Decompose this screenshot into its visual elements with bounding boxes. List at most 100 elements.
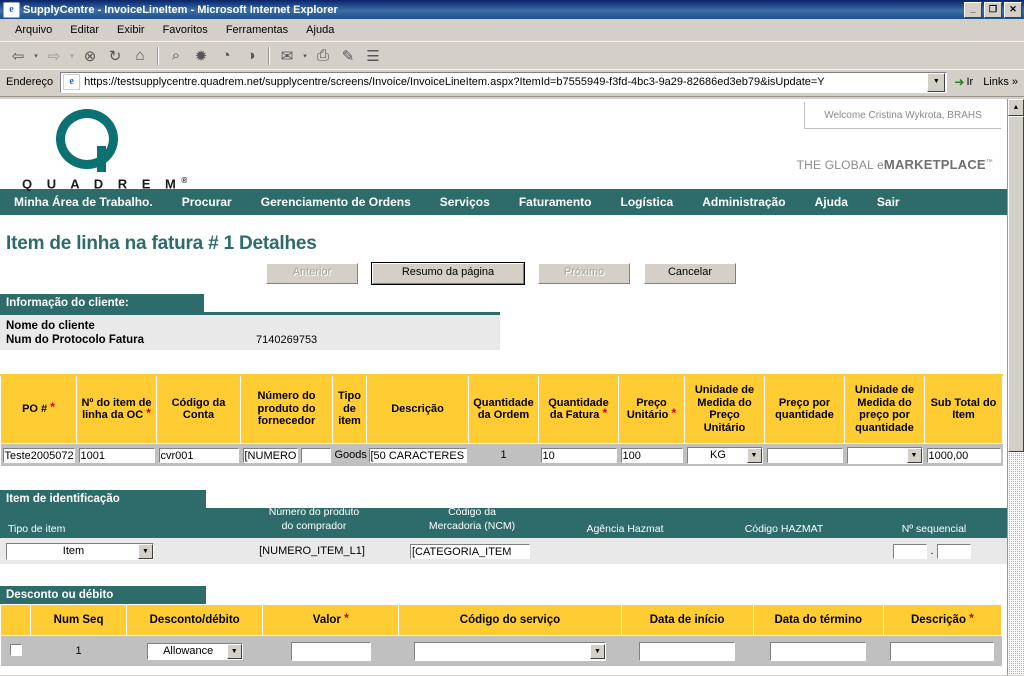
unit-price-input[interactable]: 100 <box>620 447 683 463</box>
description-input[interactable]: [50 CARACTERES D <box>368 447 467 463</box>
restore-button[interactable]: ❐ <box>984 1 1002 18</box>
global-emarketplace-tagline: THE GLOBAL eMARKETPLACE™ <box>797 157 993 172</box>
window-titlebar: e SupplyCentre - InvoiceLineItem - Micro… <box>0 0 1024 19</box>
nav-item-administracao[interactable]: Administração <box>702 195 802 209</box>
nav-item-logistica[interactable]: Logística <box>621 195 691 209</box>
menu-item-ajuda[interactable]: Ajuda <box>297 22 343 38</box>
price-per-quantity-uom-select[interactable]: ▼ <box>846 446 923 464</box>
discount-value-input[interactable] <box>290 641 371 661</box>
unit-price-uom-select[interactable]: KG ▼ <box>686 446 763 464</box>
discount-row-checkbox[interactable] <box>9 643 22 656</box>
print-icon[interactable]: ⎙ <box>311 44 335 67</box>
links-button[interactable]: Links » <box>980 76 1021 88</box>
media-icon[interactable]: ◔ <box>214 44 238 67</box>
invoice-quantity-input[interactable]: 10 <box>540 447 617 463</box>
col-invoice-quantity: Quantidade da Fatura * <box>538 374 619 444</box>
price-per-quantity-input[interactable] <box>766 447 843 463</box>
quadrem-q-mark-icon <box>56 109 122 172</box>
address-dropdown-icon[interactable]: ▼ <box>927 72 946 92</box>
history-icon[interactable]: ◑ <box>239 44 263 67</box>
discount-type-value: Allowance <box>163 645 214 657</box>
go-button[interactable]: ➜ Ir <box>950 75 977 89</box>
customer-row-name: Nome do cliente <box>0 319 500 333</box>
discount-cell-value <box>262 635 399 666</box>
forward-dropdown-icon: ▾ <box>70 52 74 60</box>
start-date-input[interactable] <box>639 641 736 661</box>
unit-price-uom-value: KG <box>710 449 726 461</box>
stop-icon[interactable]: ⊗ <box>78 44 102 67</box>
nav-item-gerenciamento-de-ordens[interactable]: Gerenciamento de Ordens <box>261 195 428 209</box>
minimize-button[interactable]: _ <box>964 1 982 18</box>
mail-icon[interactable]: ✉ <box>275 44 299 67</box>
cell-account-code: cvr001 <box>156 443 241 466</box>
commodity-code-input[interactable]: [CATEGORIA_ITEM <box>410 543 530 559</box>
cell-item-subtotal: 1000,00 <box>924 443 1003 466</box>
previous-button[interactable]: Anterior <box>266 263 358 284</box>
end-date-input[interactable] <box>770 641 867 661</box>
back-dropdown-icon[interactable]: ▾ <box>31 44 41 67</box>
menu-item-favoritos[interactable]: Favoritos <box>154 22 217 38</box>
item-subtotal-input[interactable]: 1000,00 <box>926 447 1001 463</box>
nav-item-procurar[interactable]: Procurar <box>182 195 249 209</box>
discuss-icon[interactable]: ☰ <box>361 44 385 67</box>
discount-cell-service-code: ▼ <box>398 635 622 666</box>
edit-icon[interactable]: ✎ <box>336 44 360 67</box>
item-identification-row: Item ▼ [NUMERO_ITEM_L1] [CATEGORIA_ITEM … <box>0 538 1007 564</box>
links-label: Links <box>983 76 1009 88</box>
nav-item-faturamento[interactable]: Faturamento <box>519 195 609 209</box>
table-row: 1 Allowance ▼ ▼ <box>0 635 1002 666</box>
col-account-code: Código da Conta <box>156 374 241 444</box>
required-asterisk: * <box>344 611 349 625</box>
sequential-number-input-a[interactable] <box>893 543 928 559</box>
internet-explorer-icon: e <box>3 1 20 18</box>
required-asterisk: * <box>969 611 974 625</box>
menu-item-arquivo[interactable]: Arquivo <box>6 22 61 38</box>
chevron-down-icon: ▼ <box>589 643 605 659</box>
idcol-hazmat-code: Código HAZMAT <box>744 523 824 535</box>
page-summary-button[interactable]: Resumo da página <box>371 262 525 285</box>
nav-item-ajuda[interactable]: Ajuda <box>815 195 865 209</box>
discount-col-type: Desconto/débito <box>126 604 264 636</box>
scrollbar-track[interactable] <box>1008 452 1024 675</box>
customer-name-label: Nome do cliente <box>6 320 95 332</box>
service-code-select[interactable]: ▼ <box>413 641 606 661</box>
oc-line-item-input[interactable]: 1001 <box>78 447 155 463</box>
table-row: Teste2005072 1001 cvr001 [NUMERO.. Goods… <box>0 443 1003 466</box>
back-icon[interactable]: ⇦ <box>6 44 30 67</box>
menu-item-exibir[interactable]: Exibir <box>108 22 154 38</box>
vertical-scrollbar[interactable]: ▲ <box>1007 99 1024 675</box>
next-button[interactable]: Próximo <box>538 263 630 284</box>
col-po-number: PO # * <box>0 374 77 444</box>
col-price-per-quantity-uom: Unidade de Medida do preço por quantidad… <box>844 374 925 444</box>
mail-dropdown-icon[interactable]: ▾ <box>300 44 310 67</box>
scroll-up-button[interactable]: ▲ <box>1008 99 1024 116</box>
cell-invoice-quantity: 10 <box>538 443 619 466</box>
sequential-number-input-b[interactable] <box>936 543 971 559</box>
scrollbar-thumb[interactable] <box>1008 116 1024 452</box>
identification-item-type-select[interactable]: Item ▼ <box>6 542 154 560</box>
discount-cell-description <box>883 635 1002 666</box>
menu-item-ferramentas[interactable]: Ferramentas <box>217 22 297 38</box>
close-button[interactable]: ✕ <box>1004 1 1022 18</box>
account-code-input[interactable]: cvr001 <box>158 447 239 463</box>
discount-description-input[interactable] <box>890 641 995 661</box>
window-title: SupplyCentre - InvoiceLineItem - Microso… <box>23 3 338 16</box>
search-icon[interactable]: ⌕ <box>164 44 188 67</box>
nav-item-minha-area-de-trabalho[interactable]: Minha Área de Trabalho. <box>14 195 170 209</box>
nav-item-servicos[interactable]: Serviços <box>440 195 507 209</box>
supplier-product-number-input[interactable]: [NUMERO.. <box>242 447 298 463</box>
supplier-product-number-suffix-input[interactable] <box>300 447 331 463</box>
home-icon[interactable]: ⌂ <box>128 44 152 67</box>
col-unit-price: Preço Unitário * <box>618 374 685 444</box>
menu-item-editar[interactable]: Editar <box>61 22 108 38</box>
address-input[interactable]: e https://testsupplycentre.quadrem.net/s… <box>60 71 948 93</box>
table-header-row: PO # * Nº do item de linha da OC * Códig… <box>0 374 1003 444</box>
nav-item-sair[interactable]: Sair <box>877 195 917 209</box>
col-order-quantity: Quantidade da Ordem <box>468 374 539 444</box>
refresh-icon[interactable]: ↻ <box>103 44 127 67</box>
item-identification-header: Item de identificação <box>0 490 206 508</box>
cancel-button[interactable]: Cancelar <box>644 263 736 284</box>
po-number-input[interactable]: Teste2005072 <box>2 447 75 463</box>
discount-type-select[interactable]: Allowance ▼ <box>146 642 243 660</box>
favorites-icon[interactable]: ✹ <box>189 44 213 67</box>
